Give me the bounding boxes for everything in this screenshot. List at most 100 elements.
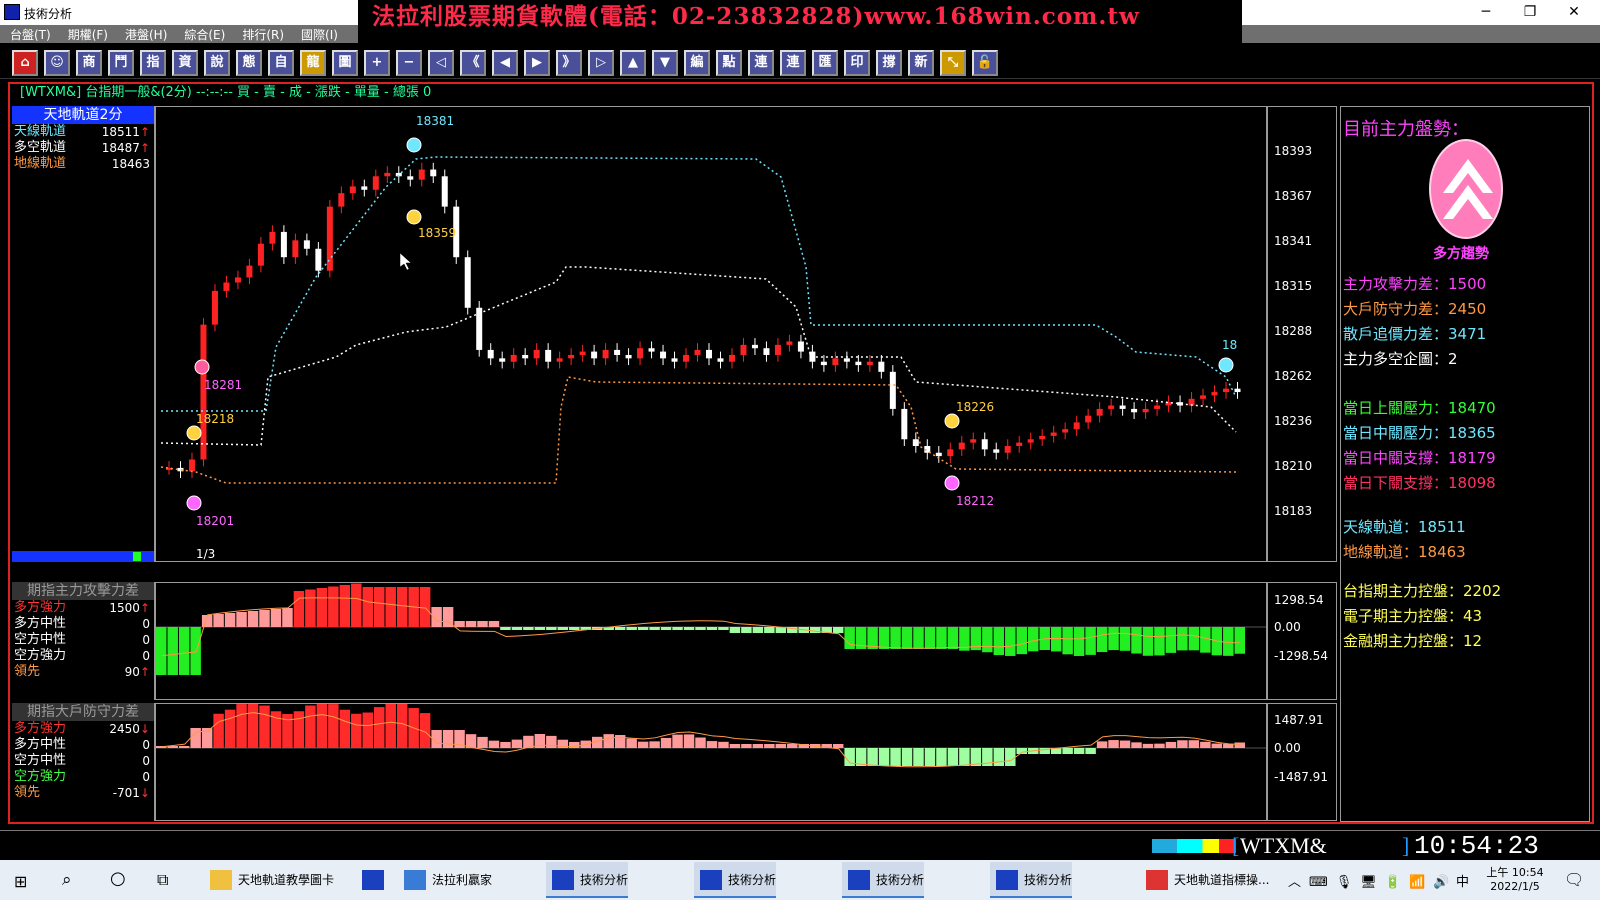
histogram-bar [706, 741, 718, 748]
indicator-row: 空方中性 0 [12, 632, 154, 648]
histogram-bar [351, 713, 362, 748]
toolbar-button-23[interactable]: 連 [748, 50, 774, 76]
toolbar-button-29[interactable]: ⤡ [940, 50, 966, 76]
system-tray-icons[interactable]: ︿⌨🎙🖥🔋📶🔊 [1288, 871, 1457, 890]
signal-marker-icon[interactable] [944, 475, 960, 491]
toolbar-button-18[interactable]: ▷ [588, 50, 614, 76]
toolbar-button-5[interactable]: 資 [172, 50, 198, 76]
histogram-bar [637, 627, 649, 630]
defense-diff-panel: 期指大戶防守力差 多方強力 2450↓ 多方中性 0 空方中性 0 空方強力 0 領先 -701↓ [12, 703, 155, 821]
candlestick [1234, 388, 1241, 393]
toolbar-button-22[interactable]: 點 [716, 50, 742, 76]
scroll-bar[interactable] [12, 551, 154, 562]
taskbar-app[interactable]: 技術分析 [842, 862, 925, 898]
toolbar-button-17[interactable]: 》 [556, 50, 582, 76]
toolbar-button-3[interactable]: 鬥 [108, 50, 134, 76]
defense-diff-title[interactable]: 期指大戶防守力差 [12, 703, 154, 721]
windows-start-icon[interactable]: ⊞ [14, 872, 27, 891]
toolbar-button-15[interactable]: ◀ [492, 50, 518, 76]
toolbar-button-8[interactable]: 自 [268, 50, 294, 76]
menu-item-4[interactable]: 排行(R) [232, 25, 291, 43]
indicator-row: 多方中性 0 [12, 616, 154, 632]
menu-item-1[interactable]: 期權(F) [58, 25, 115, 43]
toolbar-button-27[interactable]: 撐 [876, 50, 902, 76]
candlestick [487, 349, 494, 359]
toolbar-button-12[interactable]: − [396, 50, 422, 76]
taskbar-app[interactable]: 法拉利贏家 [398, 862, 492, 898]
toolbar-button-4[interactable]: 指 [140, 50, 166, 76]
menu-item-3[interactable]: 綜合(E) [174, 25, 232, 43]
close-button[interactable]: ✕ [1552, 0, 1596, 25]
main-indicator-title[interactable]: 天地軌道2分 [12, 106, 154, 124]
toolbar-button-7[interactable]: 態 [236, 50, 262, 76]
maximize-button[interactable]: ❐ [1508, 0, 1552, 25]
indicator-label: 多方中性 [14, 616, 67, 631]
indicator-number: 18463 [111, 157, 150, 171]
toolbar-button-20[interactable]: ▼ [652, 50, 678, 76]
signal-marker-icon[interactable] [186, 425, 202, 441]
taskbar-app[interactable]: 天地軌道教學圖卡 [204, 862, 334, 898]
ime-indicator[interactable]: 中 [1456, 871, 1469, 890]
histogram-bar [1073, 627, 1085, 656]
indicator-value: 0 [142, 648, 150, 664]
toolbar-button-21[interactable]: 編 [684, 50, 710, 76]
minimize-button[interactable]: ─ [1464, 0, 1508, 25]
attack-diff-chart[interactable] [155, 582, 1267, 700]
signal-marker-icon[interactable] [406, 209, 422, 225]
candlestick [1039, 435, 1046, 440]
toolbar-button-19[interactable]: ▲ [620, 50, 646, 76]
histogram-bar [1062, 748, 1073, 754]
indicator-row: 領先 -701↓ [12, 785, 154, 801]
indicator-label: 空方中性 [14, 753, 67, 768]
signal-color-strip [1152, 839, 1236, 853]
toolbar-button-9[interactable]: 龍 [300, 50, 326, 76]
taskbar-app[interactable] [356, 862, 390, 898]
taskbar-clock[interactable]: 上午 10:54 2022/1/5 [1482, 864, 1548, 893]
toolbar-button-25[interactable]: 匯 [812, 50, 838, 76]
toolbar-button-6[interactable]: 說 [204, 50, 230, 76]
toolbar-button-30[interactable]: 🔓 [972, 50, 998, 76]
menu-item-0[interactable]: 台盤(T) [0, 25, 58, 43]
indicator-value: -701↓ [113, 785, 150, 801]
search-icon[interactable]: ⌕ [62, 870, 72, 890]
toolbar-button-13[interactable]: ◁ [428, 50, 454, 76]
taskbar-app[interactable]: 技術分析 [694, 862, 777, 898]
app-icon [210, 870, 232, 890]
notification-icon[interactable]: 🗨 [1564, 870, 1584, 889]
toolbar-button-28[interactable]: 新 [908, 50, 934, 76]
attack-diff-title[interactable]: 期指主力攻擊力差 [12, 582, 154, 600]
histogram-bar [546, 627, 557, 630]
signal-marker-icon[interactable] [186, 495, 202, 511]
toolbar-button-0[interactable]: ⌂ [12, 50, 38, 76]
candlestick [257, 243, 264, 266]
toolbar-button-26[interactable]: 印 [844, 50, 870, 76]
toolbar-button-2[interactable]: 商 [76, 50, 102, 76]
defense-diff-chart[interactable] [155, 703, 1267, 821]
taskbar-app[interactable]: 技術分析 [546, 862, 629, 898]
toolbar-button-1[interactable]: ☺ [44, 50, 70, 76]
histogram-bar [236, 612, 247, 627]
taskbar-app[interactable]: 天地軌道指標操... [1140, 862, 1269, 898]
candlestick [660, 351, 667, 359]
taskbar-app[interactable]: 技術分析 [990, 862, 1073, 898]
indicator-row: 多方強力 1500↑ [12, 600, 154, 616]
signal-marker-icon[interactable] [406, 137, 422, 153]
quote-info-bar: [WTXM&] 台指期一般&(2分) --:--:-- 買 - 賣 - 成 - … [20, 85, 432, 100]
menu-item-5[interactable]: 國際(I) [291, 25, 345, 43]
toolbar-button-10[interactable]: 圖 [332, 50, 358, 76]
scroll-thumb[interactable] [133, 552, 141, 561]
signal-marker-icon[interactable] [194, 359, 210, 375]
histogram-bar [947, 748, 959, 766]
toolbar-button-16[interactable]: ▶ [524, 50, 550, 76]
main-candlestick-chart[interactable]: 18381 18359 18281 18218 18201 18226 18212 18 1/… [155, 106, 1267, 562]
toolbar-button-24[interactable]: 連 [780, 50, 806, 76]
toolbar-button-11[interactable]: + [364, 50, 390, 76]
toolbar-button-14[interactable]: 《 [460, 50, 486, 76]
signal-marker-icon[interactable] [944, 413, 960, 429]
signal-price-label: 18201 [196, 514, 234, 528]
candlestick [901, 408, 908, 440]
cortana-icon[interactable]: ○ [110, 868, 126, 889]
task-view-icon[interactable]: ⧉ [157, 870, 168, 890]
signal-marker-icon[interactable] [1218, 357, 1234, 373]
menu-item-2[interactable]: 港盤(H) [115, 25, 174, 43]
